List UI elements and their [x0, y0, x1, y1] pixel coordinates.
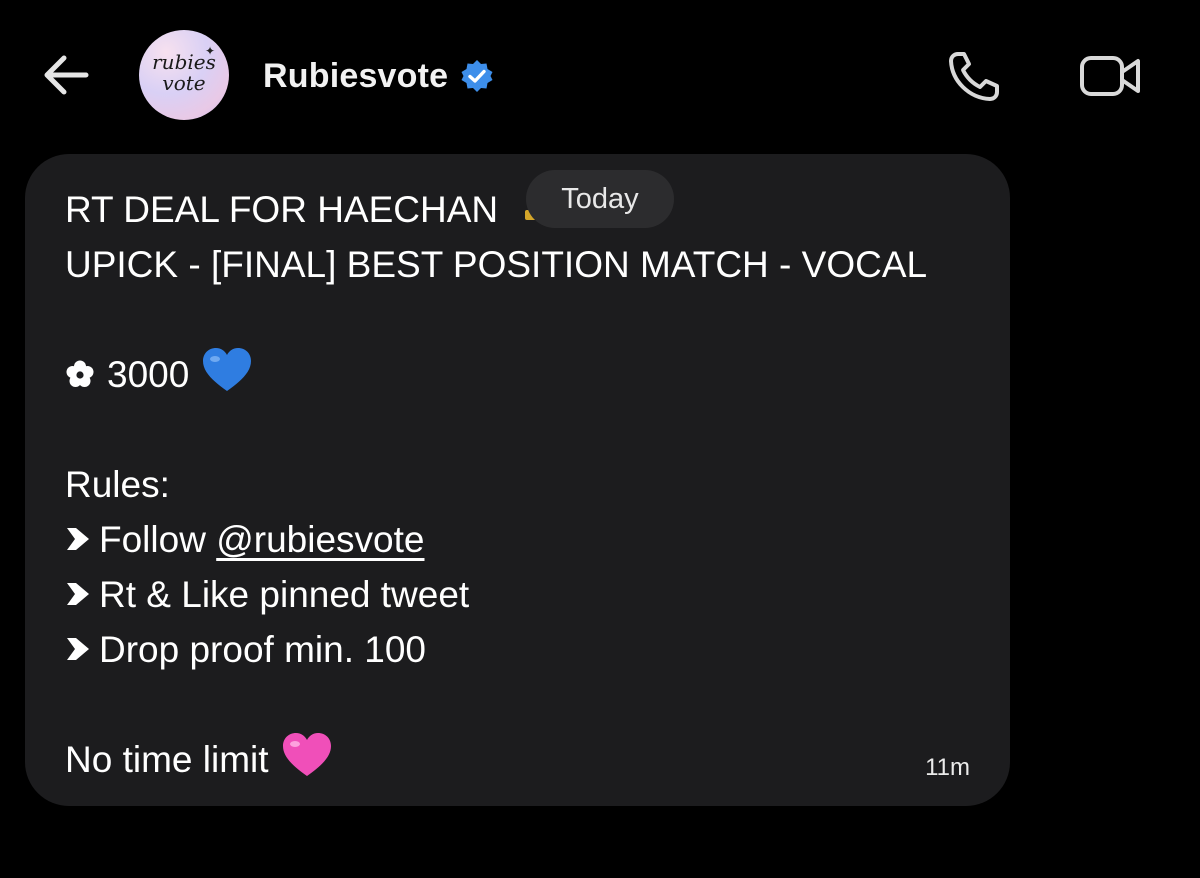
blue-heart-icon [203, 348, 252, 391]
reward-amount: 3000 [107, 354, 190, 395]
arrow-bullet-icon [67, 583, 89, 605]
video-call-button[interactable] [1076, 46, 1144, 106]
message-timestamp: 11m [925, 754, 970, 781]
date-divider-pill: Today [526, 170, 674, 228]
chat-header: rubies vote ✦ Rubiesvote [0, 0, 1200, 150]
phone-icon [949, 52, 999, 101]
flower-icon [66, 360, 94, 387]
video-camera-icon [1080, 56, 1140, 96]
pink-heart-icon [282, 733, 331, 776]
rules-heading: Rules: [65, 464, 170, 505]
rule-item: Rt & Like pinned tweet [65, 567, 985, 622]
arrow-bullet-icon [67, 528, 89, 550]
contact-name-row[interactable]: Rubiesvote [263, 52, 494, 100]
back-button[interactable] [38, 50, 96, 100]
mention-link[interactable]: @rubiesvote [216, 519, 424, 560]
message-subtitle: UPICK - [FINAL] BEST POSITION MATCH - VO… [65, 244, 928, 285]
arrow-bullet-icon [67, 638, 89, 660]
arrow-left-icon [44, 55, 89, 95]
rule-text: Drop proof min. 100 [99, 629, 427, 670]
contact-name: Rubiesvote [263, 56, 449, 95]
rule-text: Follow [99, 519, 217, 560]
rule-item: Follow @rubiesvote [65, 512, 985, 567]
avatar-logo-text: rubies vote [152, 50, 216, 95]
closing-text: No time limit [65, 739, 269, 780]
avatar[interactable]: rubies vote ✦ [139, 30, 229, 120]
message-text: RT DEAL FOR HAECHAN UPICK - [FINAL] BEST… [65, 182, 985, 787]
reward-line: 3000 [65, 347, 985, 402]
call-button[interactable] [944, 46, 1006, 106]
sparkle-icon: ✦ [205, 44, 216, 58]
rule-text: Rt & Like pinned tweet [99, 574, 470, 615]
rule-item: Drop proof min. 100 [65, 622, 985, 677]
closing-line: No time limit [65, 732, 985, 787]
verified-badge-icon [461, 60, 493, 92]
message-bubble[interactable]: RT DEAL FOR HAECHAN UPICK - [FINAL] BEST… [25, 154, 1010, 806]
